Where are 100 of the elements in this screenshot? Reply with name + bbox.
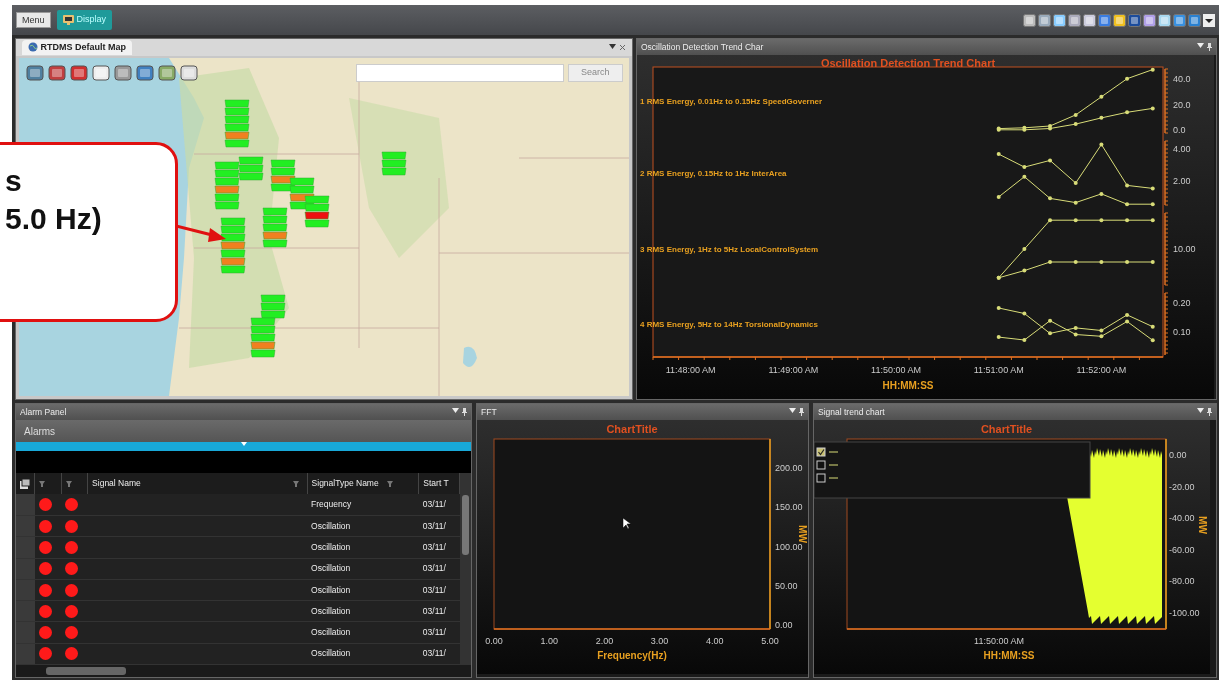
tick-label: 100.00 <box>775 541 803 552</box>
dropdown-icon[interactable] <box>609 44 616 49</box>
toolbar-icon[interactable] <box>1038 13 1051 27</box>
y-axis <box>1164 140 1169 206</box>
marker-stack[interactable] <box>214 161 240 210</box>
chart-title: ChartTitle <box>980 423 1033 435</box>
pin-icon[interactable] <box>1207 43 1212 51</box>
table-cell: 03/11/ <box>422 605 446 616</box>
search-field[interactable] <box>356 64 564 82</box>
tick-label: 3.00 <box>650 636 669 646</box>
dropdown-icon[interactable] <box>1203 13 1215 27</box>
toolbar-icon[interactable] <box>1083 13 1096 27</box>
panel-title: Oscillation Detection Trend Char <box>641 40 764 54</box>
map-tool-icon[interactable] <box>92 64 110 82</box>
toolbar-icon[interactable] <box>1023 13 1036 27</box>
toolbar-icon[interactable] <box>1068 13 1081 27</box>
pin-icon[interactable] <box>462 408 467 416</box>
table-cell: Oscillation <box>311 520 351 531</box>
map-tab[interactable]: RTDMS Default Map <box>22 39 132 56</box>
map-tool-icon[interactable] <box>26 64 44 82</box>
marker-stack[interactable] <box>250 317 276 358</box>
chart-title: ChartTitle <box>606 423 658 435</box>
toolbar-icon[interactable] <box>1173 13 1186 27</box>
tick-label: 11:50:00 AM <box>871 365 921 375</box>
tick-label: 11:50:00 AM <box>974 636 1024 646</box>
marker-stack[interactable] <box>260 294 286 319</box>
close-icon[interactable] <box>619 44 626 51</box>
tick-label: 50.00 <box>775 580 798 591</box>
marker-stack[interactable] <box>220 217 246 274</box>
tick-label: 4.00 <box>706 636 724 646</box>
tick-label: -40.00 <box>1169 513 1195 523</box>
tick-label: 11:49:00 AM <box>768 365 819 375</box>
toolbar-icon[interactable] <box>1158 13 1171 27</box>
table-cell: Oscillation <box>311 563 351 574</box>
tick-label: -80.00 <box>1169 576 1195 586</box>
callout-text: 5.0 Hz) <box>5 201 103 237</box>
axis-title: Frequency(Hz) <box>597 650 667 661</box>
callout-text: s <box>5 163 23 199</box>
toolbar-icon[interactable] <box>1128 13 1141 27</box>
tick-label: 10.00 <box>1173 244 1196 254</box>
table-cell: 03/11/ <box>422 584 446 595</box>
marker-stack[interactable] <box>238 156 264 181</box>
tick-label: 0.20 <box>1173 298 1191 309</box>
toolbar-icon[interactable] <box>1053 13 1066 27</box>
y-axis <box>1164 292 1169 356</box>
marker-stack[interactable] <box>289 177 315 210</box>
table-cell: 03/11/ <box>422 627 446 638</box>
toolbar-icon[interactable] <box>1143 13 1156 27</box>
filter-icon[interactable] <box>39 481 46 487</box>
grid-options-icon[interactable] <box>20 479 30 489</box>
tick-label: -20.00 <box>1169 481 1195 492</box>
column-header[interactable]: Signal Name <box>92 478 141 489</box>
marker-stack[interactable] <box>381 151 407 176</box>
table-cell: Oscillation <box>311 627 351 638</box>
vertical-scrollbar[interactable] <box>460 473 471 665</box>
tick-label: 11:48:00 AM <box>665 365 716 375</box>
map-tool-icon[interactable] <box>158 64 176 82</box>
tick-label: 40.0 <box>1173 73 1191 84</box>
axis-title: HH:MM:SS <box>983 650 1035 661</box>
table-cell: Oscillation <box>311 542 351 553</box>
menu-button[interactable]: Menu <box>16 12 51 28</box>
marker-stack[interactable] <box>304 195 330 228</box>
y-axis <box>1164 68 1169 134</box>
tick-label: 0.00 <box>775 620 793 631</box>
monitor-icon <box>62 15 74 25</box>
filter-icon[interactable] <box>293 481 300 487</box>
table-cell: Oscillation <box>311 584 351 595</box>
marker-stack[interactable] <box>224 99 250 148</box>
pin-icon[interactable] <box>1207 408 1212 416</box>
filter-icon[interactable] <box>65 481 72 487</box>
table-cell: 03/11/ <box>422 520 446 531</box>
table-cell: 03/11/ <box>422 499 446 510</box>
pin-icon[interactable] <box>799 408 804 416</box>
tick-label: 11:52:00 AM <box>1076 365 1127 375</box>
marker-stack[interactable] <box>270 159 296 192</box>
map-tool-icon[interactable] <box>114 64 132 82</box>
marker-stack[interactable] <box>262 207 288 248</box>
map-tool-icon[interactable] <box>48 64 66 82</box>
legend-line <box>828 451 839 453</box>
tick-label: 0.0 <box>1173 125 1186 136</box>
series-label: 4 RMS Energy, 5Hz to 14Hz TorsionalDynamics <box>640 320 818 329</box>
table-cell: Oscillation <box>311 605 351 616</box>
map-tool-icon[interactable] <box>70 64 88 82</box>
cursor-icon <box>622 517 632 530</box>
tick-label: -100.00 <box>1169 607 1200 618</box>
toolbar-icon[interactable] <box>1098 13 1111 27</box>
filter-icon[interactable] <box>387 481 394 487</box>
tick-label: 2.00 <box>595 636 614 646</box>
legend-checkbox[interactable] <box>816 447 826 457</box>
legend-line <box>828 464 839 466</box>
tick-label: -60.00 <box>1169 544 1195 555</box>
series-label: 2 RMS Energy, 0.15Hz to 1Hz InterArea <box>640 169 787 178</box>
map-tool-icon[interactable] <box>180 64 198 82</box>
axis-title: MW <box>1197 516 1208 534</box>
panel-title: Alarm Panel <box>20 405 67 419</box>
panel-title: FFT <box>481 405 497 419</box>
globe-icon <box>28 42 38 53</box>
tick-label: 1.00 <box>540 636 558 646</box>
toolbar-icon[interactable] <box>1113 13 1126 27</box>
map-tool-icon[interactable] <box>136 64 154 82</box>
